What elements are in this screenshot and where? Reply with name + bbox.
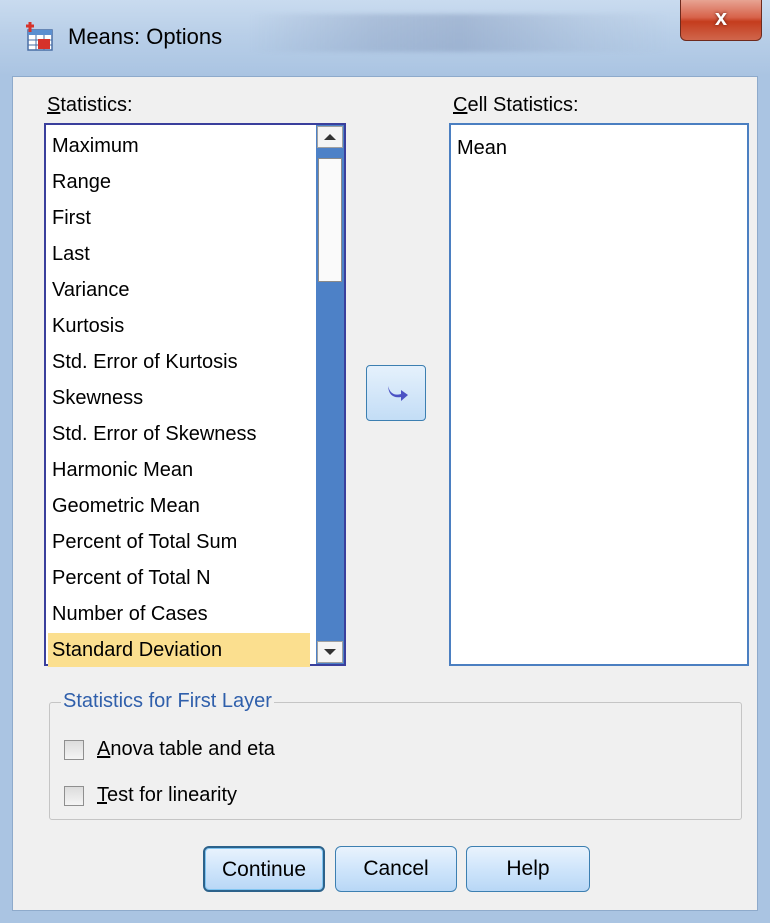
cancel-button[interactable]: Cancel (335, 846, 457, 892)
title-bar[interactable]: Means: Options x (0, 0, 770, 76)
list-item[interactable]: Last (52, 237, 90, 271)
list-item[interactable]: Skewness (52, 381, 143, 415)
statistics-label-rest: tatistics: (60, 94, 133, 116)
cell-statistics-label-rest: ell Statistics: (467, 94, 579, 116)
list-item[interactable]: Number of Cases (52, 597, 208, 631)
anova-checkbox[interactable] (64, 740, 84, 760)
list-item[interactable]: Kurtosis (52, 309, 124, 343)
scroll-up-button[interactable] (317, 126, 343, 148)
list-item[interactable]: Harmonic Mean (52, 453, 193, 487)
cell-statistics-label-accel: C (453, 94, 468, 116)
cell-statistics-listbox[interactable]: Mean (449, 123, 749, 666)
list-item[interactable]: Maximum (52, 129, 139, 163)
linearity-label-accel: T (97, 784, 107, 806)
list-item[interactable]: Percent of Total N (52, 561, 211, 595)
statistics-label-accel: S (47, 94, 61, 116)
help-button[interactable]: Help (466, 846, 590, 892)
list-item[interactable]: Range (52, 165, 111, 199)
cell-statistics-label: Cell Statistics: (453, 94, 579, 117)
blurred-background (250, 14, 670, 52)
statistics-scrollbar[interactable] (316, 125, 344, 664)
move-to-cell-statistics-button[interactable] (366, 365, 426, 421)
statistics-label: Statistics: (47, 94, 133, 117)
list-item[interactable]: Variance (52, 273, 129, 307)
list-item[interactable]: Std. Error of Kurtosis (52, 345, 238, 379)
triangle-up-icon (324, 134, 336, 140)
anova-label-accel: A (97, 738, 111, 760)
linearity-checkbox[interactable] (64, 786, 84, 806)
triangle-down-icon (324, 649, 336, 655)
frame-right (758, 76, 770, 923)
list-item[interactable]: Standard Deviation (48, 633, 310, 667)
scroll-down-button[interactable] (317, 641, 343, 663)
window-title: Means: Options (68, 24, 223, 49)
list-item[interactable]: Percent of Total Sum (52, 525, 237, 559)
anova-label-rest: nova table and eta (110, 738, 275, 760)
list-item[interactable]: Mean (457, 131, 507, 165)
arrow-right-icon (388, 386, 408, 401)
first-layer-legend: Statistics for First Layer (61, 690, 274, 713)
frame-left (0, 76, 12, 923)
statistics-listbox[interactable]: Maximum Range First Last Variance Kurtosis Std… (44, 123, 346, 667)
linearity-label[interactable]: Test for linearity (97, 784, 237, 807)
list-item[interactable]: First (52, 201, 91, 235)
close-button[interactable]: x (680, 0, 762, 41)
frame-bottom (0, 911, 770, 923)
list-item[interactable]: Geometric Mean (52, 489, 200, 523)
spss-table-icon (26, 22, 53, 51)
continue-button[interactable]: Continue (203, 846, 325, 892)
list-item[interactable]: Std. Error of Skewness (52, 417, 257, 451)
anova-label[interactable]: Anova table and eta (97, 738, 275, 761)
linearity-label-rest: est for linearity (107, 784, 238, 806)
scroll-thumb[interactable] (318, 158, 342, 282)
